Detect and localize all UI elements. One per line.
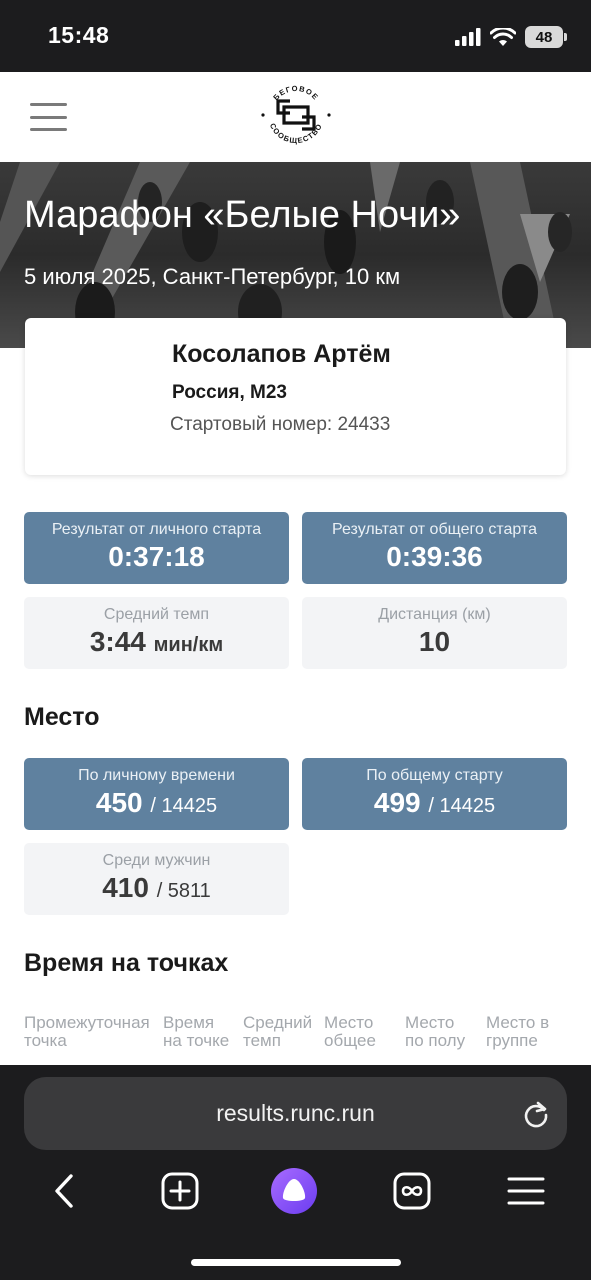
cellular-signal-icon [455, 28, 481, 46]
wifi-icon [490, 27, 516, 46]
place-chip-label: По личному времени [78, 767, 235, 784]
pace-value-line: 3:44 мин/км [24, 626, 289, 658]
splits-section-title: Время на точках [24, 949, 229, 977]
event-title: Марафон «Белые Ночи» [24, 194, 461, 236]
browser-menu-button[interactable] [504, 1169, 548, 1213]
svg-text:СООБЩЕСТВО: СООБЩЕСТВО [268, 122, 324, 146]
new-tab-button[interactable] [158, 1169, 202, 1213]
athlete-name: Косолапов Артём [172, 340, 391, 368]
browser-toolbar: results.runc.run [0, 1065, 591, 1280]
tabs-button[interactable] [390, 1169, 434, 1213]
gun-time-tile: Результат от общего старта 0:39:36 [302, 512, 567, 584]
gun-time-label: Результат от общего старта [332, 521, 537, 538]
athlete-country-group: Россия, М23 [172, 382, 287, 403]
place-chip-value: 450 [95, 787, 143, 818]
place-section-title: Место [24, 703, 100, 731]
place-men-value: 410 [102, 872, 149, 903]
gun-time-value: 0:39:36 [386, 541, 483, 572]
svg-text:БЕГОВОЕ: БЕГОВОЕ [271, 84, 320, 102]
place-men-total: / 5811 [156, 880, 211, 902]
status-time: 15:48 [48, 22, 110, 48]
distance-label: Дистанция (км) [378, 606, 491, 623]
menu-lines-icon [507, 1177, 545, 1205]
chip-time-value: 0:37:18 [108, 541, 205, 572]
distance-tile: Дистанция (км) 10 [302, 597, 567, 669]
split-col-place-gender[interactable]: Место по полу [405, 1014, 486, 1058]
hamburger-menu-icon[interactable] [30, 103, 67, 131]
split-col-place-group[interactable]: Место в группе [486, 1014, 569, 1058]
splits-table-header: Промежуточная точка Время на точке Средн… [24, 1014, 569, 1058]
split-col-place-overall[interactable]: Место общее [324, 1014, 405, 1058]
pace-tile: Средний темп 3:44 мин/км [24, 597, 289, 669]
pace-unit: мин/км [153, 634, 224, 656]
chevron-left-icon [55, 1174, 73, 1208]
place-men-tile: Среди мужчин 410 / 5811 [24, 843, 289, 915]
running-community-logo[interactable]: БЕГОВОЕ СООБЩЕСТВО [258, 77, 334, 153]
place-men-value-line: 410 / 5811 [24, 872, 289, 904]
site-header: БЕГОВОЕ СООБЩЕСТВО [0, 72, 591, 162]
distance-value: 10 [418, 626, 451, 657]
back-button[interactable] [42, 1169, 86, 1213]
battery-indicator: 48 [525, 26, 567, 48]
place-chip-value-line: 450 / 14425 [24, 787, 289, 819]
reload-icon[interactable] [521, 1099, 551, 1129]
place-men-label: Среди мужчин [102, 852, 211, 869]
assistant-button[interactable] [270, 1167, 318, 1215]
place-gun-value: 499 [373, 787, 421, 818]
alice-assistant-icon [271, 1168, 317, 1214]
athlete-bib-number: Стартовый номер: 24433 [170, 414, 391, 435]
home-indicator[interactable] [191, 1259, 401, 1266]
plus-square-icon [161, 1172, 199, 1210]
battery-level: 48 [535, 28, 553, 46]
chip-time-tile: Результат от личного старта 0:37:18 [24, 512, 289, 584]
chip-time-label: Результат от личного старта [51, 521, 262, 538]
status-bar: 15:48 48 [0, 0, 591, 72]
url-text[interactable]: results.runc.run [24, 1100, 567, 1127]
split-col-time[interactable]: Время на точке [163, 1014, 243, 1058]
split-col-pace[interactable]: Средний темп [243, 1014, 324, 1058]
status-icons: 48 [455, 24, 567, 50]
split-col-checkpoint[interactable]: Промежуточная точка [24, 1014, 163, 1058]
pace-value: 3:44 [89, 626, 146, 657]
place-gun-total: / 14425 [428, 795, 496, 817]
place-gun-value-line: 499 / 14425 [302, 787, 567, 819]
place-chip-total: / 14425 [150, 795, 218, 817]
athlete-card: Косолапов Артём Россия, М23 Стартовый но… [25, 318, 566, 475]
event-subtitle: 5 июля 2025, Санкт-Петербург, 10 км [24, 264, 401, 289]
address-bar[interactable]: results.runc.run [24, 1077, 567, 1150]
place-chip-tile: По личному времени 450 / 14425 [24, 758, 289, 830]
place-gun-tile: По общему старту 499 / 14425 [302, 758, 567, 830]
place-gun-label: По общему старту [366, 767, 503, 784]
pace-label: Средний темп [103, 606, 210, 623]
infinity-tabs-icon [393, 1172, 431, 1210]
